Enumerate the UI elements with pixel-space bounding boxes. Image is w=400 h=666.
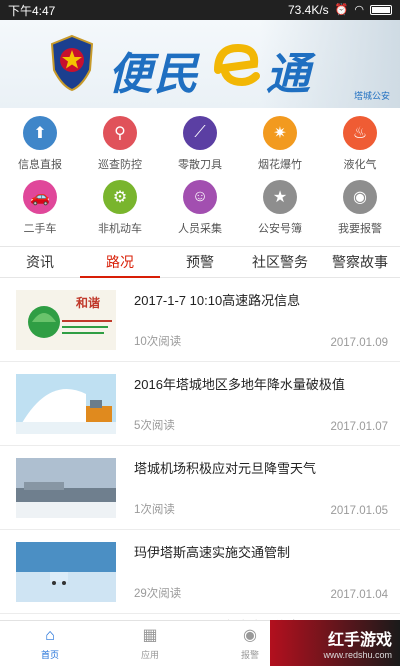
nav-item[interactable]: ▦ 应用 [100, 621, 200, 666]
news-title: 2016年塔城地区多地年降水量破极值 [134, 377, 345, 392]
service-button[interactable]: ⟋ 零散刀具 [160, 116, 240, 180]
site-watermark: 红手游戏 www.redshu.com [270, 620, 400, 666]
service-label: 公安号簿 [258, 223, 302, 235]
nav-item[interactable]: ⌂ 首页 [0, 621, 100, 666]
service-button[interactable]: ⬆ 信息直报 [0, 116, 80, 180]
news-thumbnail [16, 458, 116, 518]
thumbnail-caption: 和谐 [76, 296, 101, 310]
banner-title-suffix: 通 [266, 50, 312, 99]
nav-label: 应用 [140, 649, 159, 660]
flame-icon: ♨ [343, 116, 377, 150]
service-button[interactable]: ✷ 烟花爆竹 [240, 116, 320, 180]
service-button[interactable]: 🚗 二手车 [0, 180, 80, 244]
watermark-title: 红手游戏 [327, 632, 392, 649]
police-emblem-icon [50, 34, 94, 92]
service-button[interactable]: ♨ 液化气 [320, 116, 400, 180]
tab-item[interactable]: 路况 [80, 247, 160, 278]
firework-icon: ✷ [263, 116, 297, 150]
nav-label: 首页 [40, 649, 59, 660]
news-item[interactable]: 和谐 2017-1-7 10:10高速路况信息 10次阅读 2017.01.09 [0, 278, 400, 362]
location-pin-icon: ⚲ [103, 116, 137, 150]
service-label: 零散刀具 [178, 159, 222, 171]
news-read-count: 10次阅读 [134, 336, 182, 348]
alarm-signal-icon: ◉ [243, 626, 257, 644]
people-icon: ☺ [183, 180, 217, 214]
news-date: 2017.01.04 [330, 589, 388, 601]
apps-grid-icon: ▦ [142, 626, 158, 644]
news-date: 2017.01.05 [330, 505, 388, 517]
service-button[interactable]: ⚲ 巡查防控 [80, 116, 160, 180]
news-title: 塔城机场积极应对元旦降雪天气 [134, 461, 317, 476]
e-logo-icon [214, 43, 260, 87]
news-list: 和谐 2017-1-7 10:10高速路况信息 10次阅读 2017.01.09 201… [0, 278, 400, 634]
police-badge-icon: ★ [263, 180, 297, 214]
service-label: 液化气 [343, 159, 377, 171]
news-item[interactable]: 2016年塔城地区多地年降水量破极值 5次阅读 2017.01.07 [0, 362, 400, 446]
service-button[interactable]: ☺ 人员采集 [160, 180, 240, 244]
service-button[interactable]: ◉ 我要报警 [320, 180, 400, 244]
header-banner: 便民 通 塔城公安 [0, 20, 400, 108]
status-time: 下午4:47 [8, 3, 56, 18]
service-grid-row: ⬆ 信息直报 ⚲ 巡查防控 ⟋ 零散刀具 ✷ 烟花爆竹 ♨ 液化气 [0, 116, 400, 180]
status-bar: 下午4:47 73.4K/s ⏰ ◠ [0, 0, 400, 20]
service-grid: ⬆ 信息直报 ⚲ 巡查防控 ⟋ 零散刀具 ✷ 烟花爆竹 ♨ 液化气 🚗 二手车 ⚙ 非机动车 ☺ 人员采集 ★… [0, 108, 400, 246]
status-icons: 73.4K/s ⏰ ◠ [288, 3, 392, 17]
service-button[interactable]: ⚙ 非机动车 [80, 180, 160, 244]
bicycle-icon: ⚙ [103, 180, 137, 214]
tab-item[interactable]: 社区警务 [240, 247, 320, 277]
service-label: 我要报警 [338, 223, 382, 235]
watermark-url: www.redshu.com [323, 650, 392, 660]
service-label: 信息直报 [18, 159, 62, 171]
service-label: 巡查防控 [98, 159, 142, 171]
wifi-icon: ◠ [354, 3, 364, 16]
banner-subtitle: 塔城公安 [353, 91, 390, 101]
service-grid-row: 🚗 二手车 ⚙ 非机动车 ☺ 人员采集 ★ 公安号簿 ◉ 我要报警 [0, 180, 400, 244]
service-label: 人员采集 [178, 223, 222, 235]
home-icon: ⌂ [45, 626, 55, 644]
upload-icon: ⬆ [23, 116, 57, 150]
alarm-icon: ◉ [343, 180, 377, 214]
knife-icon: ⟋ [183, 116, 217, 150]
service-button[interactable]: ★ 公安号簿 [240, 180, 320, 244]
banner-title: 便民 [108, 50, 200, 99]
service-label: 非机动车 [98, 223, 142, 235]
tab-item[interactable]: 资讯 [0, 247, 80, 277]
nav-label: 报警 [240, 649, 259, 660]
service-label: 烟花爆竹 [258, 159, 302, 171]
news-read-count: 5次阅读 [134, 420, 175, 432]
news-thumbnail [16, 374, 116, 434]
alarm-clock-icon: ⏰ [334, 3, 349, 16]
news-item[interactable]: 塔城机场积极应对元旦降雪天气 1次阅读 2017.01.05 [0, 446, 400, 530]
news-title: 2017-1-7 10:10高速路况信息 [134, 293, 301, 308]
news-read-count: 1次阅读 [134, 504, 175, 516]
battery-icon [370, 5, 392, 15]
news-date: 2017.01.09 [330, 337, 388, 349]
category-tabs: 资讯 路况 预警 社区警务 警察故事 [0, 246, 400, 278]
news-title: 玛伊塔斯高速实施交通管制 [134, 545, 291, 560]
news-item[interactable]: 玛伊塔斯高速实施交通管制 29次阅读 2017.01.04 [0, 530, 400, 614]
service-label: 二手车 [23, 223, 57, 235]
news-date: 2017.01.07 [330, 421, 388, 433]
tab-item[interactable]: 预警 [160, 247, 240, 277]
news-read-count: 29次阅读 [134, 588, 182, 600]
car-icon: 🚗 [23, 180, 57, 214]
tab-item[interactable]: 警察故事 [320, 247, 400, 277]
network-speed: 73.4K/s [287, 3, 329, 17]
news-thumbnail: 和谐 [16, 290, 116, 350]
news-thumbnail [16, 542, 116, 602]
